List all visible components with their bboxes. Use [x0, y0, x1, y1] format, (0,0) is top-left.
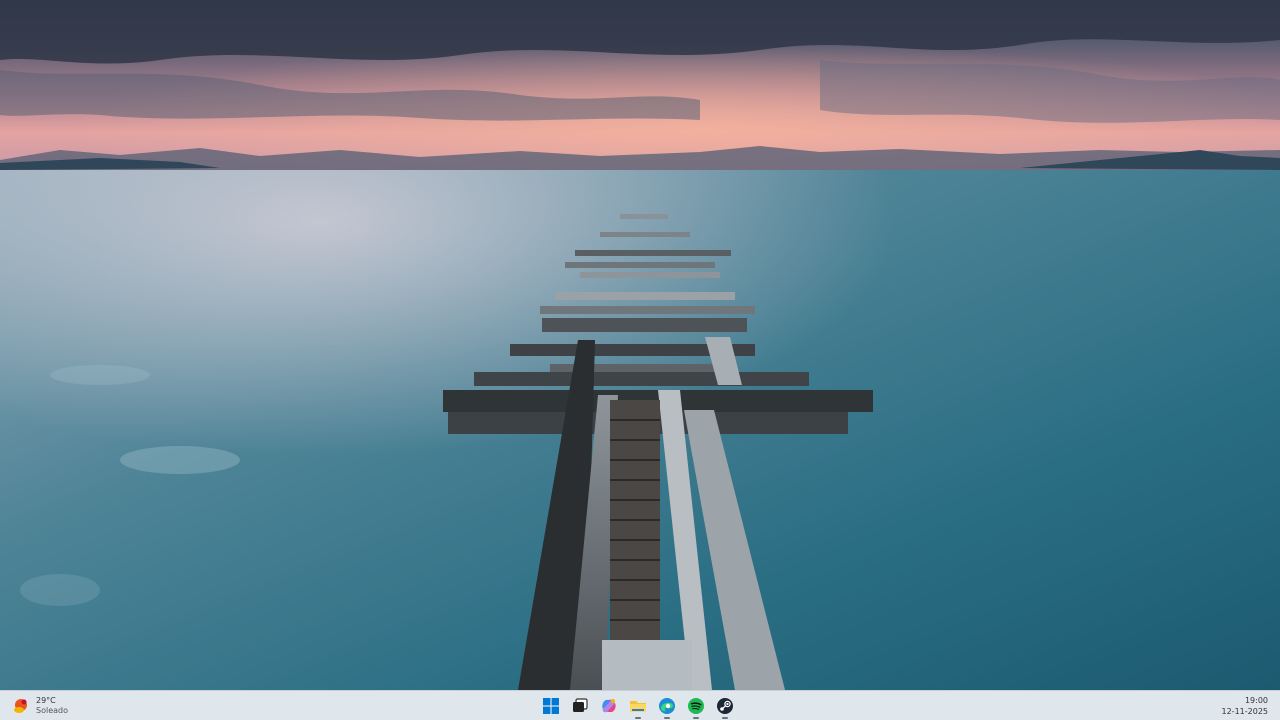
taskbar-apps: [540, 694, 736, 719]
copilot-button[interactable]: [598, 695, 620, 717]
desktop[interactable]: [0, 0, 1280, 690]
sun-cloud-icon: [12, 697, 30, 715]
weather-temperature: 29°C: [36, 696, 56, 705]
folder-icon: [630, 701, 646, 712]
copilot-icon: [602, 699, 616, 713]
file-explorer-button[interactable]: [627, 695, 649, 719]
edge-icon: [659, 698, 675, 714]
spotify-icon: [688, 698, 704, 714]
taskbar: 29°C Soleado 19:00 12-11-2025: [0, 690, 1280, 720]
clock-time: 19:00: [1244, 696, 1268, 705]
windows-logo-icon: [543, 698, 559, 714]
system-clock[interactable]: 19:00 12-11-2025: [1222, 695, 1269, 717]
task-view-button[interactable]: [569, 695, 591, 717]
start-button[interactable]: [540, 695, 562, 717]
weather-widget[interactable]: 29°C Soleado: [12, 694, 68, 718]
steam-icon: [717, 698, 733, 714]
clock-date: 12-11-2025: [1221, 707, 1269, 716]
task-view-icon: [573, 698, 588, 712]
steam-button[interactable]: [714, 695, 736, 719]
edge-button[interactable]: [656, 695, 678, 719]
spotify-button[interactable]: [685, 695, 707, 719]
wallpaper-image: [0, 0, 1280, 690]
weather-condition: Soleado: [36, 706, 68, 715]
